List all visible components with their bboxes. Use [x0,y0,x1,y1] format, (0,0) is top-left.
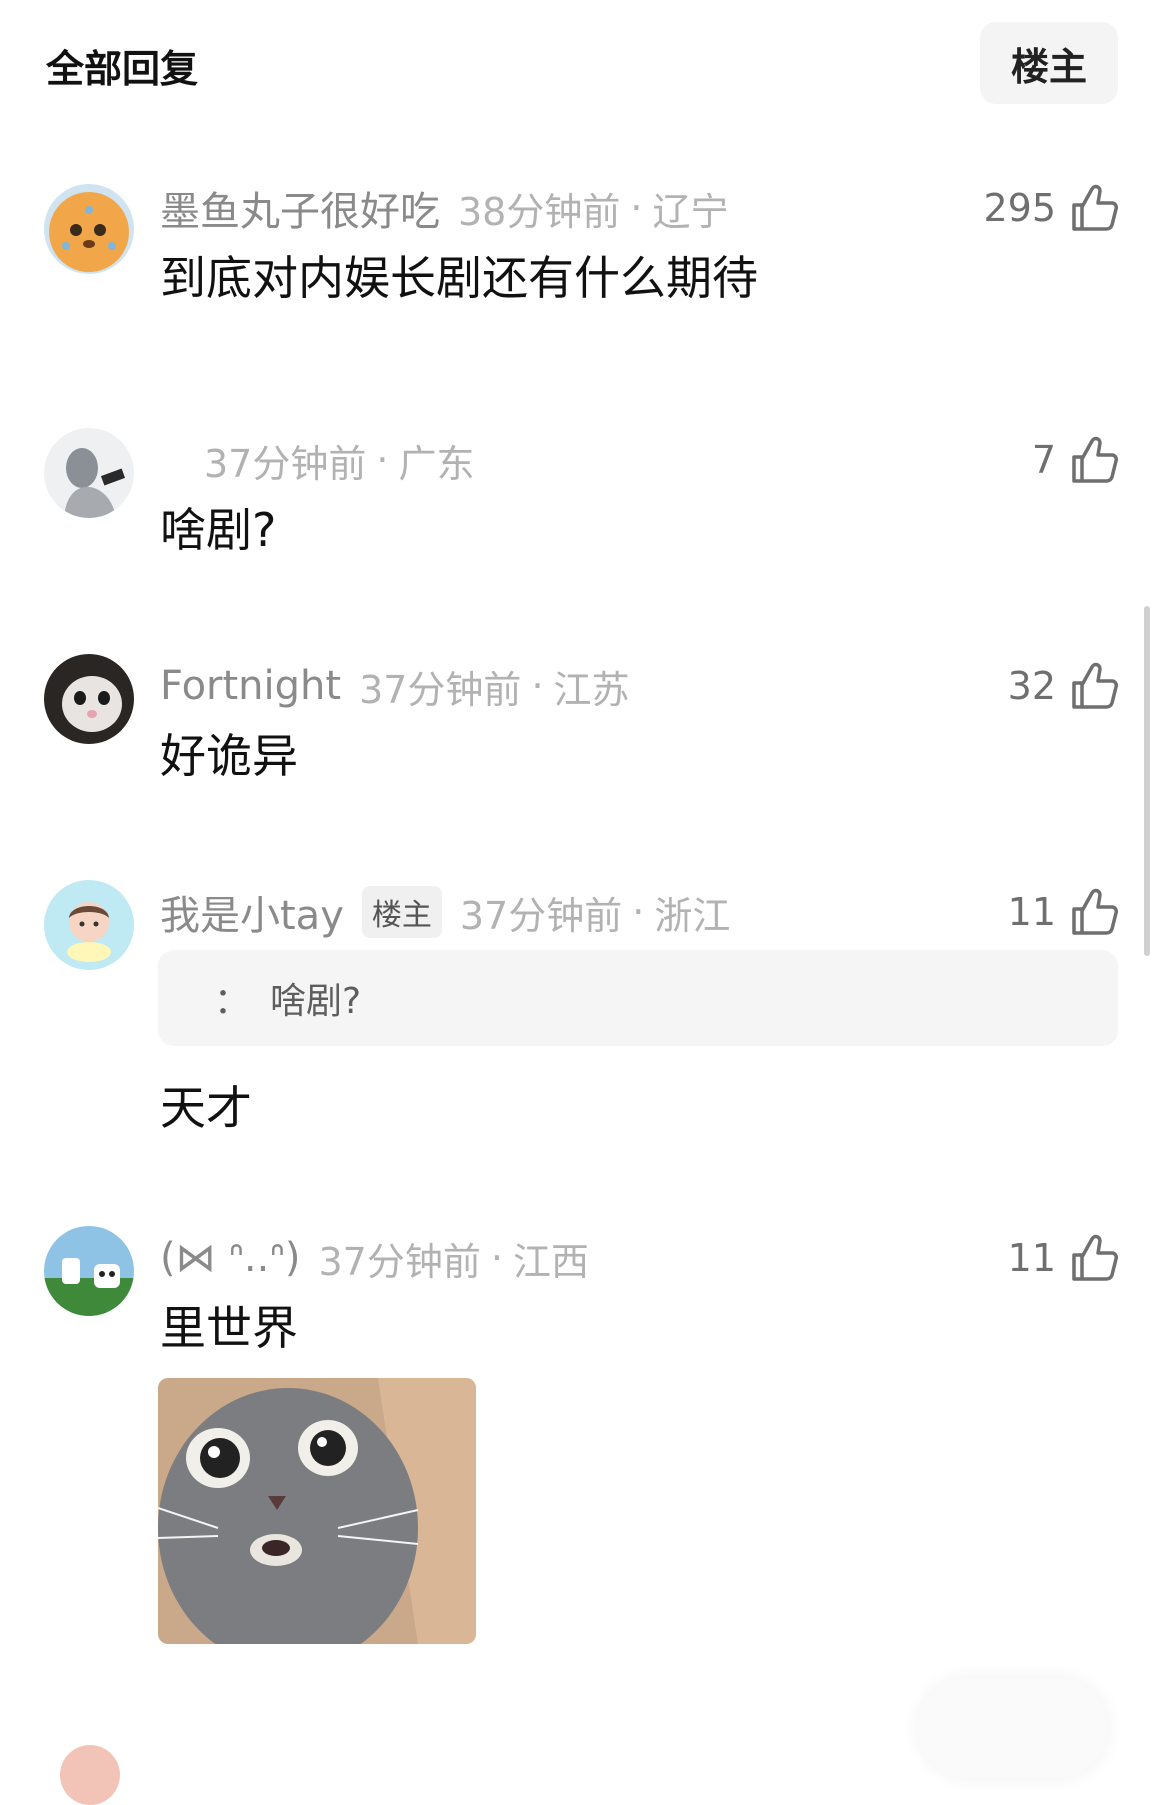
like-button[interactable]: 11 [1008,1230,1118,1286]
scrollbar[interactable] [1144,606,1150,956]
quote-colon: ： [214,981,251,1022]
comment-meta: (⋈ ᐢ..ᐢ) 37分钟前 · 江西 [160,1230,589,1286]
quote-text: 啥剧? [270,981,362,1022]
thumbs-up-icon[interactable] [1070,661,1118,711]
like-button[interactable]: 32 [1008,658,1118,714]
comment-time: 38分钟前 [458,189,621,234]
avatar[interactable] [44,1226,134,1316]
meta-separator: · [531,664,544,708]
like-count: 7 [1031,438,1056,482]
comment-item: 37分钟前 · 广东 7 啥剧? [0,428,1170,570]
username[interactable]: (⋈ ᐢ..ᐢ) [160,1235,301,1281]
avatar[interactable] [44,428,134,518]
thumbs-up-icon[interactable] [1070,183,1118,233]
comment-item: 我是小tay 楼主 37分钟前 · 浙江 11 ： 啥剧? 天才 [0,880,1170,1142]
ip-region: 江西 [512,1239,589,1284]
comment-item: Fortnight 37分钟前 · 江苏 32 好诡异 [0,654,1170,796]
avatar[interactable] [44,654,134,744]
thumbs-up-icon[interactable] [1070,1233,1118,1283]
op-badge: 楼主 [361,886,442,938]
like-button[interactable]: 7 [1032,432,1118,488]
comment-item: 墨鱼丸子很好吃 38分钟前 · 辽宁 295 到底对内娱长剧还有什么期待 [0,178,1170,318]
comment-time: 37分钟前 [204,441,367,486]
like-count: 295 [983,186,1056,230]
username[interactable]: 我是小tay [160,883,344,941]
comment-text: 好诡异 [160,729,298,783]
ip-region: 辽宁 [652,189,729,234]
avatar[interactable] [44,880,134,970]
username[interactable]: 墨鱼丸子很好吃 [160,179,440,237]
like-count: 11 [1007,1236,1056,1280]
comment-time: 37分钟前 [359,667,522,712]
comment-meta: 37分钟前 · 广东 [160,432,474,488]
meta-separator: · [490,1236,503,1280]
comment-meta: 我是小tay 楼主 37分钟前 · 浙江 [160,884,730,940]
avatar[interactable] [60,1745,120,1805]
meta-separator: · [376,438,389,482]
floating-action-pill[interactable] [918,1678,1108,1778]
op-only-button[interactable]: 楼主 [980,22,1118,104]
comment-time: 37分钟前 [459,893,623,938]
meta-separator: · [630,186,643,230]
ip-region: 江苏 [553,667,630,712]
meta-separator: · [632,890,645,934]
like-count: 32 [1007,664,1056,708]
comment-meta: 墨鱼丸子很好吃 38分钟前 · 辽宁 [160,180,728,236]
quoted-reply[interactable]: ： 啥剧? [158,950,1118,1046]
ip-region: 浙江 [654,893,731,938]
comment-text: 里世界 [160,1301,298,1355]
comment-item: (⋈ ᐢ..ᐢ) 37分钟前 · 江西 11 里世界 [0,1226,1170,1658]
comment-image[interactable] [158,1378,476,1644]
ip-region: 广东 [398,441,475,486]
thumbs-up-icon[interactable] [1070,435,1118,485]
like-count: 11 [1007,890,1056,934]
header: 全部回复 楼主 [0,0,1170,130]
username[interactable]: Fortnight [160,663,341,709]
avatar[interactable] [44,184,134,274]
comment-text: 啥剧? [160,503,277,557]
comment-text: 到底对内娱长剧还有什么期待 [160,251,758,305]
page-title: 全部回复 [46,47,199,91]
comment-text: 天才 [160,1081,252,1135]
thumbs-up-icon[interactable] [1070,887,1118,937]
like-button[interactable]: 295 [983,180,1118,236]
comment-meta: Fortnight 37分钟前 · 江苏 [160,658,630,714]
comment-time: 37分钟前 [318,1239,481,1284]
like-button[interactable]: 11 [1008,884,1118,940]
